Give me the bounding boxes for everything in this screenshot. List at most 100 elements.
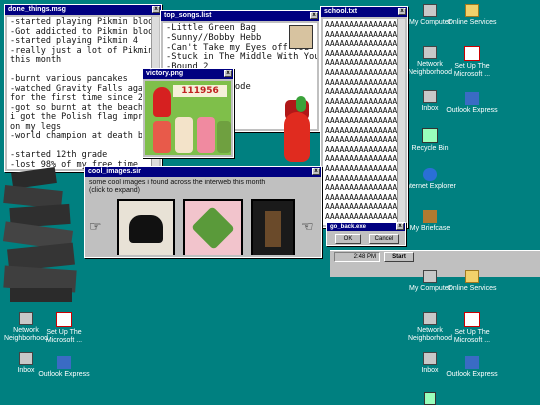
internet-explorer-icon[interactable]: Internet Explorer (404, 168, 456, 191)
msn-icon (464, 312, 480, 327)
school-line: AAAAAAAAAAAAAAA (325, 211, 397, 221)
victory-image[interactable]: 111956 (145, 81, 231, 155)
icon-label: Set Up The Microsoft ... (453, 329, 491, 344)
icon-label: My Briefcase (409, 225, 451, 232)
outlook-icon (465, 92, 479, 105)
school-line: AAAAAAAAAAAAAAA (325, 48, 397, 58)
network-icon (19, 312, 33, 325)
outlook-express-icon-3[interactable]: Outlook Express (446, 356, 498, 379)
online-services-icon-2[interactable]: Online Services (446, 270, 498, 293)
icon-label: Outlook Express (38, 371, 90, 378)
window-title[interactable]: top_songs.list x (161, 11, 319, 21)
window-title[interactable]: done_things.msg x (5, 5, 161, 15)
school-line: AAAAAAAAAAAAAAA (325, 125, 397, 135)
school-line: AAAAAAAAAAAAAAA (325, 144, 397, 154)
victory-window[interactable]: victory.png x 111956 (142, 68, 234, 158)
close-icon[interactable]: x (396, 223, 404, 230)
school-line: AAAAAAAAAAAAAAA (325, 135, 397, 145)
red-pikmin (153, 87, 171, 117)
character-2 (175, 117, 193, 153)
school-line: AAAAAAAAAAAAAAA (325, 96, 397, 106)
ok-button[interactable]: OK (335, 234, 361, 244)
school-line: AAAAAAAAAAAAAAA (325, 173, 397, 183)
cool-images-window[interactable]: cool_images.sir x some cool images i foun… (84, 166, 322, 258)
icon-label: Outlook Express (446, 107, 498, 114)
recycle-icon (422, 128, 438, 143)
my-briefcase-icon[interactable]: My Briefcase (404, 210, 456, 233)
school-line: AAAAAAAAAAAAAAA (325, 106, 397, 116)
school-line: AAAAAAAAAAAAAAA (325, 154, 397, 164)
school-line: AAAAAAAAAAAAAAA (325, 192, 397, 202)
caption: some cool images i found across the inte… (89, 179, 266, 186)
school-line: AAAAAAAAAAAAAAA (325, 77, 397, 87)
character-1 (153, 121, 171, 153)
hand-left-icon[interactable]: ☞ (89, 219, 102, 235)
close-icon[interactable]: x (398, 8, 406, 15)
close-icon[interactable]: x (310, 12, 318, 19)
school-window[interactable]: school.txt x AAAAAAAAAAAAAAA AAAAAAAAAAAAA… (320, 6, 408, 228)
school-line: AAAAAAAAAAAAAAA (325, 202, 397, 212)
done-things-window[interactable]: done_things.msg x -started playing Pikmin… (4, 4, 162, 172)
inbox-tray-icon (423, 352, 437, 365)
vhs-tape-stack (2, 167, 78, 304)
window-title[interactable]: cool_images.sir x (85, 167, 321, 177)
image-thumb-sandwich[interactable] (183, 199, 243, 255)
songs-art-icon (289, 25, 313, 49)
briefcase-icon (423, 210, 437, 223)
close-icon[interactable]: x (152, 6, 160, 13)
inbox-tray-icon (423, 90, 437, 103)
school-line: AAAAAAAAAAAAAAA (325, 115, 397, 125)
setup-msn-icon[interactable]: Set Up The Microsoft ... (446, 46, 498, 79)
score-banner: 111956 (173, 85, 227, 97)
outlook-express-icon[interactable]: Outlook Express (446, 92, 498, 115)
network-icon (423, 312, 437, 325)
icon-label: Recycle Bin (411, 145, 449, 152)
school-text: AAAAAAAAAAAAAAA AAAAAAAAAAAAAAA AAAAAAAAAA… (323, 19, 397, 225)
pikmin-leaf (296, 96, 306, 112)
icon-label: Inbox (421, 367, 439, 374)
school-line: AAAAAAAAAAAAAAA (325, 163, 397, 173)
start-button[interactable]: Start (384, 252, 414, 262)
outlook-icon (465, 356, 479, 369)
cancel-button[interactable]: Cancel (369, 234, 399, 244)
hand-right-icon[interactable]: ☜ (301, 219, 314, 235)
recycle-bin-icon-partial[interactable] (424, 392, 436, 405)
caption-hint: (click to expand) (89, 187, 140, 194)
image-thumb-poster[interactable] (251, 199, 295, 255)
folder-icon (465, 4, 479, 17)
character-3 (197, 117, 215, 153)
close-icon[interactable]: x (224, 70, 232, 77)
window-title[interactable]: go_back.exe x (327, 223, 405, 231)
close-icon[interactable]: x (312, 168, 320, 175)
done-things-line: this month (10, 55, 62, 65)
online-services-icon[interactable]: Online Services (446, 4, 498, 27)
icon-label: Inbox (421, 105, 439, 112)
red-pikmin-sticker (284, 112, 310, 162)
icon-label: Online Services (447, 285, 497, 292)
go-back-dialog[interactable]: go_back.exe x OK Cancel (326, 222, 406, 246)
inbox-tray-icon (19, 352, 33, 365)
school-line: AAAAAAAAAAAAAAA (325, 67, 397, 77)
recycle-bin-icon[interactable]: Recycle Bin (404, 128, 456, 153)
image-thumb-phone[interactable] (117, 199, 175, 255)
ie-icon (423, 168, 437, 181)
icon-label: Set Up The Microsoft ... (45, 329, 83, 344)
msn-icon (464, 46, 480, 61)
folder-icon (465, 270, 479, 283)
setup-msn-icon-2[interactable]: Set Up The Microsoft ... (38, 312, 90, 345)
school-line: AAAAAAAAAAAAAAA (325, 183, 397, 193)
done-things-text: -started playing Pikmin bloom -Got addict… (7, 17, 151, 169)
computer-icon (423, 270, 437, 283)
icon-label: Set Up The Microsoft ... (453, 63, 491, 78)
outlook-express-icon-2[interactable]: Outlook Express (38, 356, 90, 379)
school-line: AAAAAAAAAAAAAAA (325, 39, 397, 49)
window-title[interactable]: victory.png x (143, 69, 233, 79)
icon-label: Online Services (447, 19, 497, 26)
school-line: AAAAAAAAAAAAAAA (325, 87, 397, 97)
window-title[interactable]: school.txt x (321, 7, 407, 17)
setup-msn-icon-3[interactable]: Set Up The Microsoft ... (446, 312, 498, 345)
outlook-icon (57, 356, 71, 369)
network-icon (423, 46, 437, 59)
school-line: AAAAAAAAAAAAAAA (325, 20, 397, 29)
scrollbar[interactable] (397, 19, 405, 225)
